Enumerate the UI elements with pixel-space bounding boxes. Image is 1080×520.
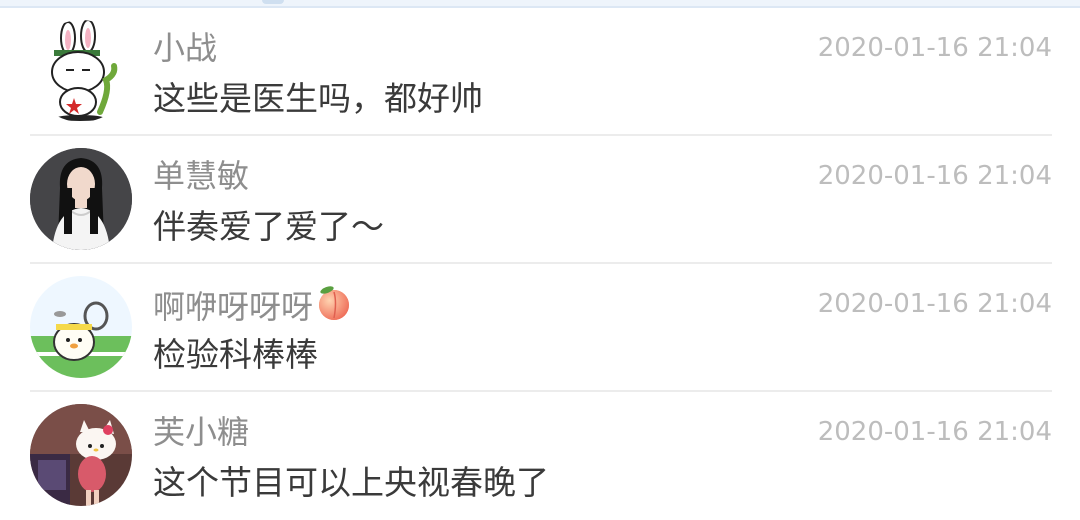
commenter-name[interactable]: 小战 (153, 28, 217, 68)
comment-message: 这些是医生吗，都好帅 (153, 79, 483, 118)
peach-emoji-icon (315, 284, 353, 331)
cartoon-tennis-avatar-icon[interactable] (30, 276, 132, 378)
commenter-name[interactable]: 单慧敏 (153, 156, 249, 196)
comment-message: 伴奏爱了爱了～ (153, 207, 384, 246)
comment-item[interactable]: 小战 2020-01-16 21:04 这些是医生吗，都好帅 (0, 8, 1080, 136)
commenter-name[interactable]: 芙小糖 (153, 412, 249, 452)
comment-message: 检验科棒棒 (153, 335, 318, 374)
commenter-name[interactable]: 啊咿呀呀呀 (153, 284, 353, 331)
comment-time: 2020-01-16 21:04 (817, 161, 1052, 191)
top-strip (0, 0, 1080, 8)
scroll-indicator (262, 0, 284, 4)
commenter-name-text: 啊咿呀呀呀 (153, 288, 314, 326)
comment-time: 2020-01-16 21:04 (817, 33, 1052, 63)
comment-item[interactable]: 单慧敏 2020-01-16 21:04 伴奏爱了爱了～ (0, 136, 1080, 264)
woman-photo-avatar-icon[interactable] (30, 148, 132, 250)
comment-list: 小战 2020-01-16 21:04 这些是医生吗，都好帅 单慧敏 2020-… (0, 8, 1080, 520)
comment-message: 这个节目可以上央视春晚了 (153, 463, 549, 502)
comment-time: 2020-01-16 21:04 (817, 289, 1052, 319)
photo-avatar-icon[interactable] (30, 404, 132, 506)
comment-item[interactable]: 芙小糖 2020-01-16 21:04 这个节目可以上央视春晚了 (0, 392, 1080, 520)
comment-time: 2020-01-16 21:04 (817, 417, 1052, 447)
rabbit-soldier-avatar-icon[interactable] (30, 20, 132, 122)
comment-item[interactable]: 啊咿呀呀呀 2020-01-16 21:04 检验科棒棒 (0, 264, 1080, 392)
